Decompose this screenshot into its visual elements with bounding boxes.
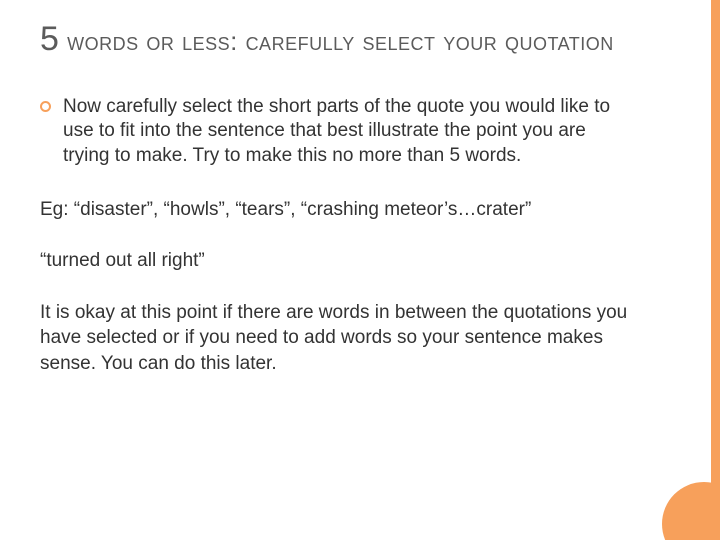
title-number: 5 (40, 20, 59, 58)
title-text: words or less: carefully select your quo… (59, 26, 613, 56)
accent-side-strip (711, 0, 720, 540)
accent-circle (662, 482, 720, 540)
slide-title: 5 words or less: carefully select your q… (40, 18, 680, 61)
slide: 5 words or less: carefully select your q… (0, 0, 720, 540)
list-item: Now carefully select the short parts of … (40, 95, 680, 169)
bullet-list: Now carefully select the short parts of … (40, 95, 680, 169)
bullet-text: Now carefully select the short parts of … (63, 95, 623, 169)
example-line: Eg: “disaster”, “howls”, “tears”, “crash… (40, 197, 660, 223)
closing-paragraph: It is okay at this point if there are wo… (40, 300, 660, 377)
bullet-icon (40, 101, 51, 112)
quote-line: “turned out all right” (40, 248, 660, 274)
